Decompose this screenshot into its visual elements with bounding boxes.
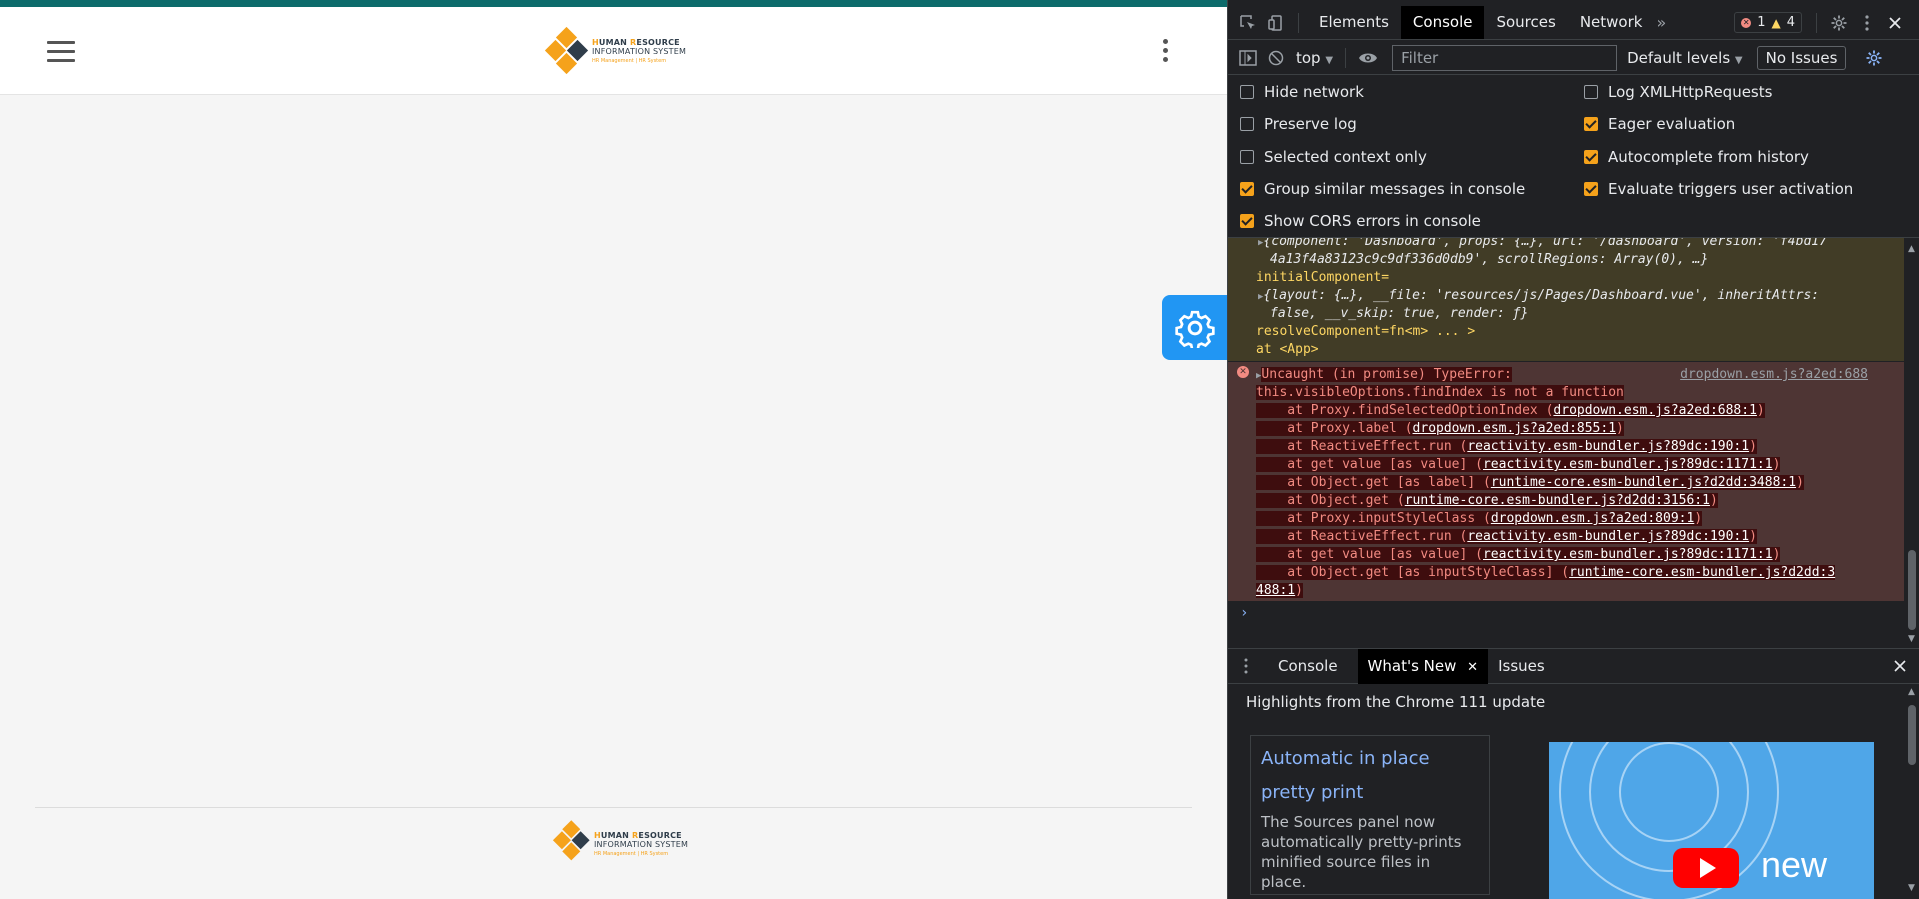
- preserve-log-checkbox[interactable]: Preserve log: [1240, 115, 1357, 133]
- video-caption: new: [1761, 844, 1828, 885]
- app-page: HUMAN RESOURCE INFORMATION SYSTEM HR Man…: [0, 0, 1227, 899]
- stack-frame: at ReactiveEffect.run (reactivity.esm-bu…: [1256, 529, 1757, 544]
- top-accent-stripe: [0, 0, 1227, 7]
- more-options-icon[interactable]: [1160, 39, 1170, 67]
- card-title[interactable]: Automatic in place pretty print: [1261, 742, 1479, 810]
- error-source-link[interactable]: dropdown.esm.js?a2ed:688: [1680, 366, 1868, 384]
- live-expression-eye-icon[interactable]: [1354, 44, 1382, 72]
- close-drawer-icon[interactable]: [1886, 652, 1914, 680]
- devtools-settings-gear-icon[interactable]: [1825, 9, 1853, 37]
- evaluate-triggers-checkbox[interactable]: Evaluate triggers user activation: [1584, 180, 1853, 198]
- drawer-tab-console[interactable]: Console: [1268, 649, 1348, 684]
- show-sidebar-icon[interactable]: [1234, 44, 1262, 72]
- stack-frame: at Object.get (runtime-core.esm-bundler.…: [1256, 493, 1718, 508]
- stack-link[interactable]: runtime-core.esm-bundler.js?d2dd:3156:1: [1405, 493, 1710, 508]
- inspect-element-icon[interactable]: [1234, 9, 1262, 37]
- tab-elements[interactable]: Elements: [1307, 6, 1401, 39]
- drawer-tab-whats-new[interactable]: What's New ✕: [1357, 648, 1489, 684]
- gear-icon: [1174, 310, 1215, 348]
- console-messages[interactable]: ▶{component: 'Dashboard', props: {…}, ur…: [1228, 238, 1904, 648]
- stack-frame: at Object.get [as label] (runtime-core.e…: [1256, 475, 1804, 490]
- autocomplete-checkbox[interactable]: Autocomplete from history: [1584, 148, 1809, 166]
- card-body: The Sources panel now automatically pret…: [1261, 813, 1462, 891]
- filter-input[interactable]: [1392, 44, 1618, 71]
- selected-context-checkbox[interactable]: Selected context only: [1240, 148, 1427, 166]
- stack-link[interactable]: 488:1: [1256, 583, 1295, 598]
- drawer-tabbar: Console What's New ✕ Issues: [1228, 648, 1919, 684]
- stack-link[interactable]: runtime-core.esm-bundler.js?d2dd:3: [1569, 565, 1835, 580]
- footer-divider: [35, 807, 1192, 808]
- devtools-more-icon[interactable]: [1853, 9, 1881, 37]
- console-toolbar: top ▼ Default levels ▼ No Issues: [1228, 41, 1919, 75]
- warning-message: ▶{component: 'Dashboard', props: {…}, ur…: [1228, 238, 1904, 361]
- stack-link[interactable]: reactivity.esm-bundler.js?89dc:190:1: [1467, 529, 1749, 544]
- stack-frame: at Object.get [as inputStyleClass] (runt…: [1256, 565, 1836, 580]
- device-toolbar-icon[interactable]: [1262, 9, 1290, 37]
- stack-frame: at Proxy.inputStyleClass (dropdown.esm.j…: [1256, 511, 1703, 526]
- stack-frame: at get value [as value] (reactivity.esm-…: [1256, 457, 1781, 472]
- tab-network[interactable]: Network: [1568, 6, 1655, 39]
- error-message: ✕ ▶Uncaught (in promise) TypeError: drop…: [1228, 362, 1904, 601]
- console-prompt[interactable]: ›: [1240, 605, 1248, 621]
- stack-link[interactable]: reactivity.esm-bundler.js?89dc:190:1: [1467, 439, 1749, 454]
- devtools-panel: Elements Console Sources Network » ✕ 1 ▲…: [1227, 0, 1919, 899]
- logo-tagline: HR Management | HR System: [592, 57, 667, 64]
- tab-sources[interactable]: Sources: [1484, 6, 1567, 39]
- stack-link[interactable]: dropdown.esm.js?a2ed:855:1: [1413, 421, 1617, 436]
- log-xhr-checkbox[interactable]: Log XMLHttpRequests: [1584, 83, 1772, 101]
- context-select[interactable]: top ▼: [1296, 49, 1333, 67]
- tab-console[interactable]: Console: [1400, 6, 1485, 39]
- close-devtools-icon[interactable]: [1881, 9, 1909, 37]
- console-settings-pane: Hide network Preserve log Selected conte…: [1228, 75, 1919, 238]
- whats-new-card[interactable]: Automatic in place pretty print The Sour…: [1250, 735, 1490, 895]
- stack-frame: at get value [as value] (reactivity.esm-…: [1256, 547, 1781, 562]
- drawer-scrollbar[interactable]: ▲ ▼: [1904, 685, 1919, 899]
- whats-new-video-thumbnail[interactable]: new: [1549, 742, 1874, 899]
- stack-link[interactable]: dropdown.esm.js?a2ed:688:1: [1553, 403, 1757, 418]
- no-issues-button[interactable]: No Issues: [1756, 45, 1847, 70]
- settings-gear-button[interactable]: [1162, 295, 1227, 360]
- play-button-icon[interactable]: [1673, 848, 1739, 888]
- close-tab-icon[interactable]: ✕: [1467, 660, 1478, 675]
- hide-network-checkbox[interactable]: Hide network: [1240, 83, 1364, 101]
- console-scrollbar[interactable]: ▲ ▼: [1904, 238, 1919, 648]
- logo-subtitle: INFORMATION SYSTEM: [592, 46, 687, 56]
- whats-new-heading: Highlights from the Chrome 111 update: [1246, 693, 1546, 711]
- navbar: HUMAN RESOURCE INFORMATION SYSTEM HR Man…: [0, 7, 1227, 95]
- hamburger-menu-icon[interactable]: [47, 41, 75, 63]
- group-similar-checkbox[interactable]: Group similar messages in console: [1240, 180, 1525, 198]
- header-logo[interactable]: HUMAN RESOURCE INFORMATION SYSTEM HR Man…: [544, 26, 687, 75]
- stack-link[interactable]: dropdown.esm.js?a2ed:809:1: [1491, 511, 1695, 526]
- devtools-tabbar: Elements Console Sources Network » ✕ 1 ▲…: [1228, 6, 1919, 40]
- more-tabs-chevron-icon[interactable]: »: [1656, 13, 1666, 32]
- error-icon: ✕: [1237, 366, 1249, 378]
- log-levels-dropdown[interactable]: Default levels ▼: [1627, 49, 1743, 67]
- eager-evaluation-checkbox[interactable]: Eager evaluation: [1584, 115, 1735, 133]
- console-settings-gear-icon[interactable]: [1860, 44, 1888, 72]
- stack-frame: at Proxy.label (dropdown.esm.js?a2ed:855…: [1256, 421, 1624, 436]
- stack-link[interactable]: runtime-core.esm-bundler.js?d2dd:3488:1: [1491, 475, 1796, 490]
- logo-diamond-icon: [544, 26, 589, 75]
- show-cors-checkbox[interactable]: Show CORS errors in console: [1240, 212, 1481, 230]
- warning-icon: ▲: [1771, 15, 1781, 30]
- logo-diamond-icon: [552, 820, 590, 861]
- stack-frame: at Proxy.findSelectedOptionIndex (dropdo…: [1256, 403, 1765, 418]
- clear-console-icon[interactable]: [1262, 44, 1290, 72]
- stack-frame: at ReactiveEffect.run (reactivity.esm-bu…: [1256, 439, 1757, 454]
- footer-logo: HUMAN RESOURCE INFORMATION SYSTEM HR Man…: [552, 820, 688, 866]
- drawer-menu-icon[interactable]: [1232, 652, 1260, 680]
- issue-counts-badge[interactable]: ✕ 1 ▲ 4: [1734, 12, 1803, 33]
- stack-link[interactable]: reactivity.esm-bundler.js?89dc:1171:1: [1483, 547, 1773, 562]
- error-icon: ✕: [1741, 17, 1752, 28]
- drawer-tab-issues[interactable]: Issues: [1488, 649, 1555, 684]
- stack-link[interactable]: reactivity.esm-bundler.js?89dc:1171:1: [1483, 457, 1773, 472]
